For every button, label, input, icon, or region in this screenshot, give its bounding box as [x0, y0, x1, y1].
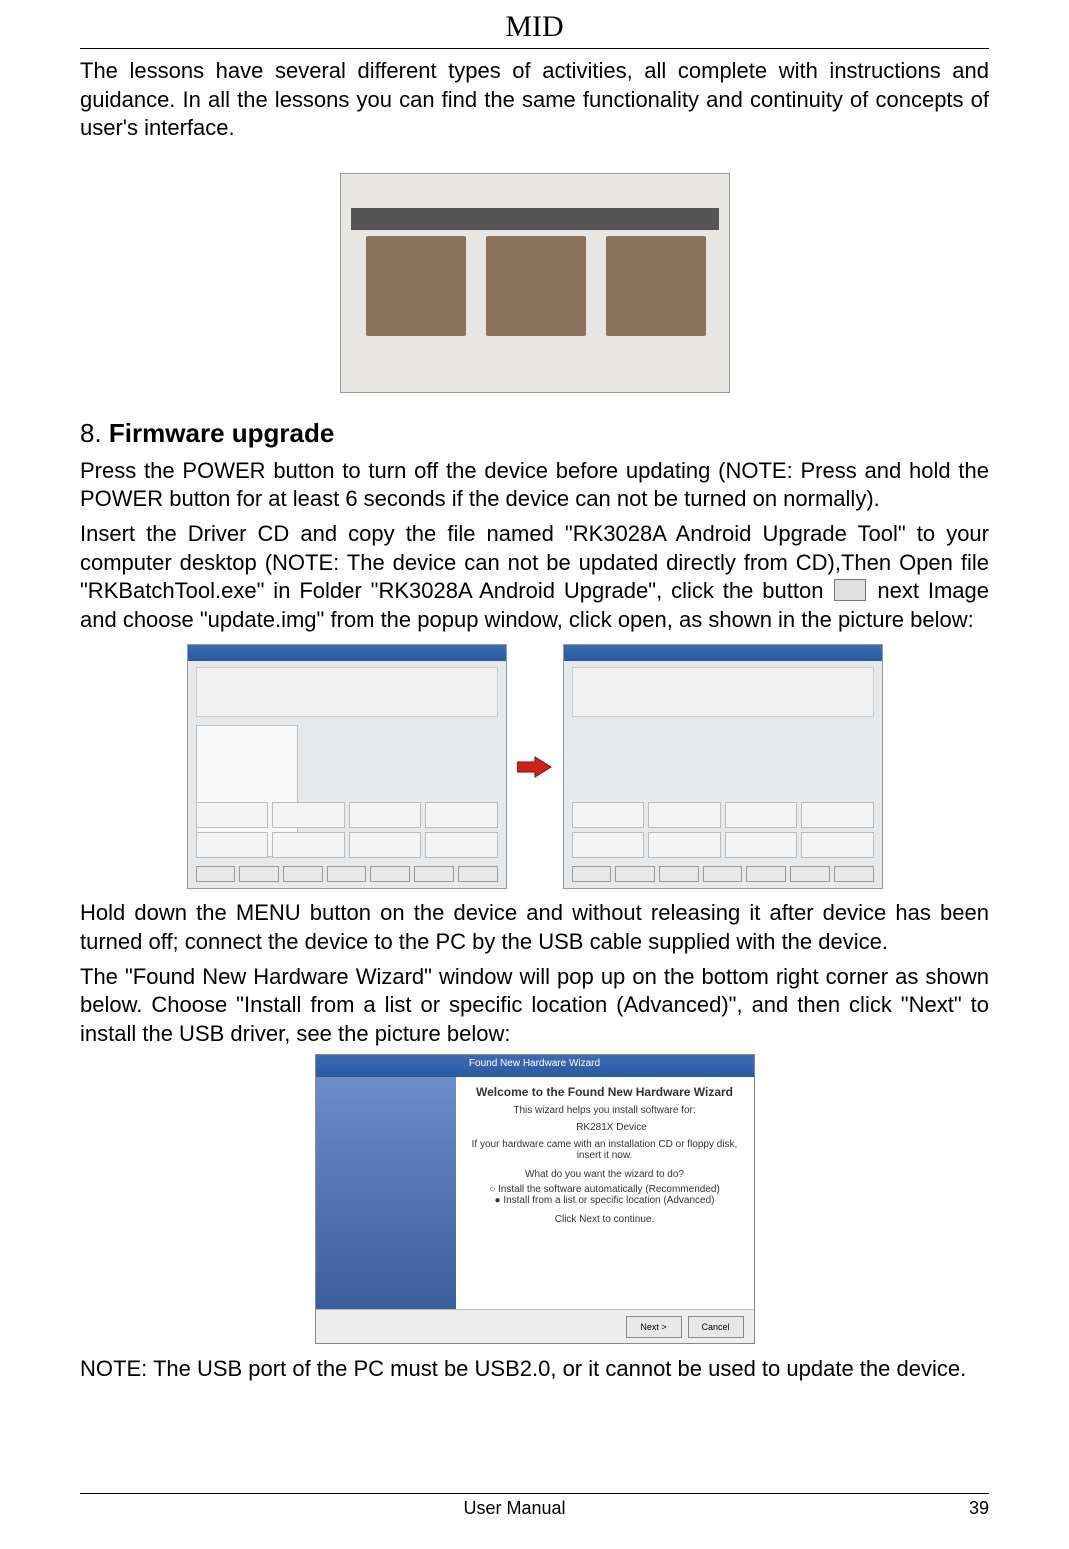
paragraph-usb-note: NOTE: The USB port of the PC must be USB…: [80, 1355, 989, 1384]
paragraph-poweroff: Press the POWER button to turn off the d…: [80, 457, 989, 514]
section-number: 8.: [80, 418, 102, 448]
paragraph-hold-menu: Hold down the MENU button on the device …: [80, 899, 989, 956]
wizard-heading: Welcome to the Found New Hardware Wizard: [466, 1085, 744, 1099]
wizard-cancel-button: Cancel: [688, 1316, 744, 1338]
page-header-title: MID: [80, 10, 989, 44]
footer-rule: [80, 1493, 989, 1494]
figure-batchtool-pair: [80, 644, 989, 889]
wizard-prompt: What do you want the wizard to do?: [466, 1169, 744, 1180]
wizard-opt2: ● Install from a list or specific locati…: [466, 1195, 744, 1206]
section-heading-firmware: 8. Firmware upgrade: [80, 418, 989, 449]
batchtool-before-screenshot: [187, 644, 507, 889]
figure-lessons-ui: [80, 173, 989, 398]
wizard-button-bar: Next > Cancel: [316, 1309, 754, 1343]
wizard-continue: Click Next to continue.: [466, 1214, 744, 1225]
wizard-content: Welcome to the Found New Hardware Wizard…: [456, 1077, 754, 1309]
wizard-opt1: ○ Install the software automatically (Re…: [466, 1184, 744, 1195]
lessons-ui-screenshot: [340, 173, 730, 393]
page-footer: User Manual 39: [80, 1493, 989, 1519]
wizard-next-button: Next >: [626, 1316, 682, 1338]
browse-button-icon: [834, 579, 866, 601]
paragraph-intro: The lessons have several different types…: [80, 57, 989, 143]
section-title: Firmware upgrade: [109, 418, 334, 448]
header-rule: [80, 48, 989, 49]
footer-page-number: 39: [949, 1498, 989, 1519]
hardware-wizard-screenshot: Found New Hardware Wizard Welcome to the…: [315, 1054, 755, 1344]
wizard-device: RK281X Device: [480, 1122, 744, 1133]
paragraph-found-hardware: The "Found New Hardware Wizard" window w…: [80, 963, 989, 1049]
wizard-hint: If your hardware came with an installati…: [466, 1139, 744, 1161]
paragraph-insert-cd: Insert the Driver CD and copy the file n…: [80, 520, 989, 634]
wizard-titlebar: Found New Hardware Wizard: [316, 1055, 754, 1077]
footer-center: User Manual: [80, 1498, 949, 1519]
arrow-right-icon: [517, 755, 553, 779]
batchtool-after-screenshot: [563, 644, 883, 889]
wizard-sidebar: [316, 1077, 456, 1309]
figure-wizard: Found New Hardware Wizard Welcome to the…: [80, 1054, 989, 1349]
wizard-line1: This wizard helps you install software f…: [466, 1105, 744, 1116]
